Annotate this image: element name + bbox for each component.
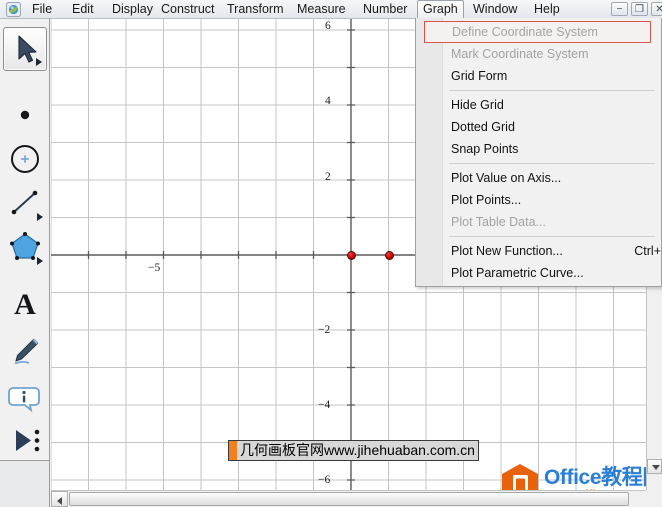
horizontal-scrollbar[interactable] (51, 490, 646, 507)
custom-tool[interactable] (3, 419, 47, 463)
horizontal-scroll-thumb[interactable] (69, 492, 629, 506)
menu-item-mark-coordinate-system: Mark Coordinate System (416, 43, 661, 65)
info-icon (3, 375, 47, 419)
text-object-handle[interactable] (229, 441, 237, 460)
sketchpad-window: File Edit DisplayConstructTransformMeasure… (0, 0, 662, 507)
tool-flyout-arrow-icon[interactable] (37, 257, 43, 265)
menu-item-label: Define Coordinate System (452, 25, 598, 39)
origin-point[interactable] (347, 251, 356, 260)
menu-edit[interactable]: Edit (67, 1, 99, 18)
close-button[interactable]: ✕ (651, 2, 662, 16)
axis-tick-label: −4 (318, 399, 330, 411)
scroll-left-button[interactable] (51, 491, 68, 507)
menu-separator (449, 90, 655, 91)
text-a-icon: A (3, 281, 47, 325)
menu-transform[interactable]: Transform (222, 1, 289, 18)
circle-icon (3, 137, 47, 181)
axis-tick-label: −5 (148, 262, 160, 274)
toolbar-footer (0, 460, 50, 507)
polygon-tool[interactable] (3, 225, 47, 269)
menu-item-plot-points[interactable]: Plot Points... (416, 189, 661, 211)
canvas-text-object[interactable]: 几何画板官网www.jihehuaban.com.cn (228, 440, 479, 461)
menu-item-label: Hide Grid (451, 98, 504, 112)
axis-tick-label: 2 (325, 171, 331, 183)
axis-tick-label: 6 (325, 20, 331, 32)
menu-window[interactable]: Window (468, 1, 522, 18)
menu-item-label: Plot Points... (451, 193, 521, 207)
restore-button[interactable]: ❐ (631, 2, 648, 16)
unit-point[interactable] (385, 251, 394, 260)
axis-tick-label: 4 (325, 95, 331, 107)
menu-help[interactable]: Help (529, 1, 565, 18)
point-tool[interactable] (3, 93, 47, 137)
scroll-down-button[interactable] (647, 459, 662, 474)
menu-item-plot-table-data: Plot Table Data... (416, 211, 661, 233)
play-dots-icon (3, 419, 47, 463)
menu-separator (449, 236, 655, 237)
menu-item-grid-form[interactable]: Grid Form (416, 65, 661, 87)
menu-bar: File Edit DisplayConstructTransformMeasure… (0, 0, 662, 19)
point-icon (3, 93, 47, 137)
geometers-sketchpad-icon (6, 2, 21, 17)
menu-item-plot-new-function[interactable]: Plot New Function... Ctrl+ (416, 240, 661, 262)
minimize-button[interactable]: − (611, 2, 628, 16)
tool-flyout-arrow-icon[interactable] (37, 213, 43, 221)
selection-arrow-tool[interactable] (3, 27, 47, 71)
svg-text:A: A (14, 288, 36, 321)
menu-number[interactable]: Number (358, 1, 412, 18)
menu-item-label: Snap Points (451, 142, 518, 156)
menu-item-label: Plot Parametric Curve... (451, 266, 584, 280)
marker-pen-tool[interactable] (3, 329, 47, 373)
menu-item-label: Plot Value on Axis... (451, 171, 561, 185)
menu-item-label: Grid Form (451, 69, 507, 83)
axis-tick-label: −2 (318, 324, 330, 336)
menu-item-plot-parametric-curve[interactable]: Plot Parametric Curve... (416, 262, 661, 284)
menu-item-dotted-grid[interactable]: Dotted Grid (416, 116, 661, 138)
menu-item-label: Dotted Grid (451, 120, 515, 134)
straightedge-tool[interactable] (3, 181, 47, 225)
menu-measure[interactable]: Measure (292, 1, 351, 18)
tool-palette: A (0, 19, 50, 460)
menu-file[interactable]: File (27, 1, 57, 18)
menu-graph[interactable]: Graph (417, 0, 464, 18)
information-tool[interactable] (3, 375, 47, 419)
menu-item-define-coordinate-system: Define Coordinate System (424, 21, 651, 43)
menu-display[interactable]: Display (107, 1, 158, 18)
compass-circle-tool[interactable] (3, 137, 47, 181)
axis-tick-label: −6 (318, 474, 330, 486)
tool-flyout-arrow-icon[interactable] (36, 58, 42, 66)
window-resize-grip[interactable] (646, 490, 662, 507)
menu-item-plot-value-on-axis[interactable]: Plot Value on Axis... (416, 167, 661, 189)
menu-item-snap-points[interactable]: Snap Points (416, 138, 661, 160)
menu-item-hide-grid[interactable]: Hide Grid (416, 94, 661, 116)
text-object-label: 几何画板官网www.jihehuaban.com.cn (237, 441, 478, 460)
menu-construct[interactable]: Construct (156, 1, 220, 18)
menu-item-label: Mark Coordinate System (451, 47, 589, 61)
graph-menu-dropdown[interactable]: Define Coordinate System Mark Coordinate … (415, 18, 662, 287)
menu-item-label: Plot New Function... (451, 244, 563, 258)
text-tool[interactable]: A (3, 281, 47, 325)
marker-icon (3, 329, 47, 373)
menu-separator (449, 163, 655, 164)
menu-item-shortcut: Ctrl+ (634, 240, 661, 262)
menu-item-label: Plot Table Data... (451, 215, 546, 229)
